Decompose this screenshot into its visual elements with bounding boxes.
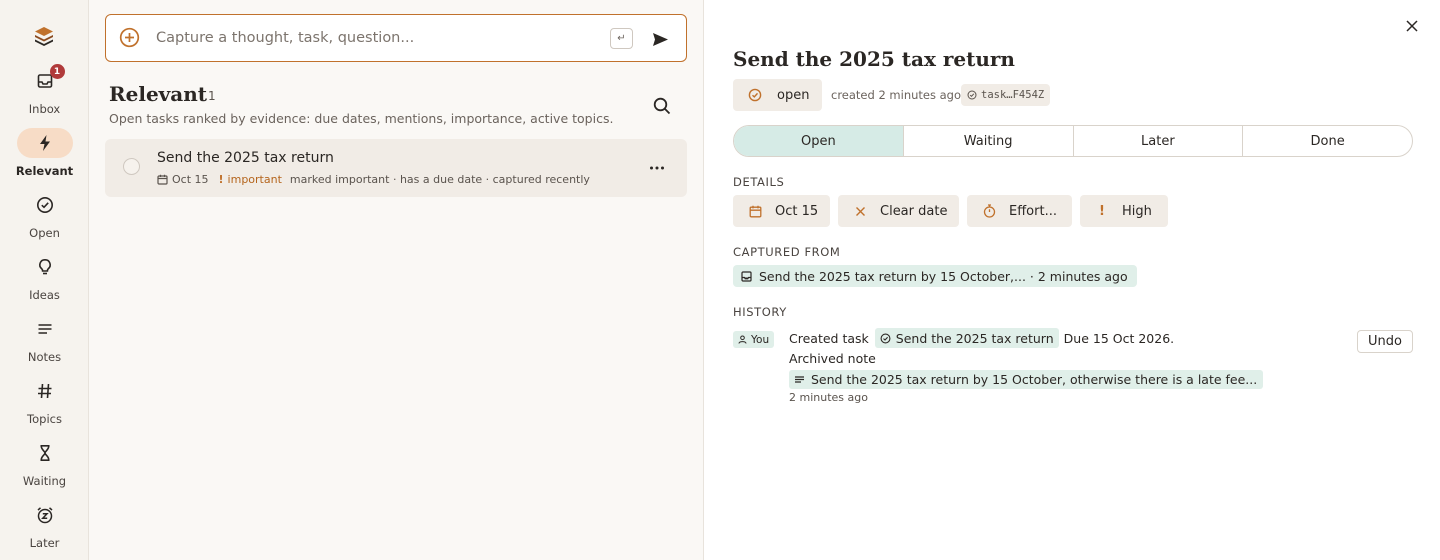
- lines-icon: [38, 324, 51, 334]
- x-icon: [855, 206, 865, 216]
- actor-badge: You: [733, 331, 775, 348]
- segment-waiting[interactable]: Waiting: [904, 126, 1074, 156]
- check-circle-icon: [880, 333, 891, 343]
- sidebar-item-open[interactable]: Open: [0, 190, 89, 248]
- undo-button[interactable]: Undo: [1357, 330, 1413, 353]
- sidebar-item-ideas[interactable]: Ideas: [0, 252, 89, 310]
- history-entry: Created task Send the 2025 tax return Du…: [789, 328, 1174, 348]
- calendar-icon: [749, 205, 761, 217]
- sidebar-item-notes[interactable]: Notes: [0, 314, 89, 372]
- task-row[interactable]: Send the 2025 tax return Oct 15 ! import…: [105, 139, 687, 197]
- segment-done[interactable]: Done: [1243, 126, 1412, 156]
- hash-icon: [37, 383, 51, 399]
- inbox-icon: [741, 270, 752, 282]
- sidebar-item-label: Relevant: [15, 164, 74, 178]
- task-reasons: marked important · has a due date · capt…: [289, 173, 590, 186]
- task-complete-checkbox[interactable]: [123, 158, 140, 175]
- check-circle-icon: [36, 197, 53, 213]
- lightning-icon: [39, 135, 50, 151]
- user-icon: [738, 335, 747, 344]
- priority-button[interactable]: ! High: [1080, 195, 1168, 227]
- lightbulb-icon: [38, 258, 51, 275]
- task-meta: Oct 15 ! important marked important · ha…: [157, 173, 590, 186]
- clear-date-button[interactable]: Clear date: [838, 195, 959, 227]
- exclamation-icon: !: [1099, 203, 1105, 219]
- calendar-icon: [157, 174, 168, 185]
- important-mark-icon: !: [218, 173, 224, 186]
- capture-bar: ↵: [105, 14, 687, 62]
- history-action: Archived note: [789, 351, 876, 366]
- history-section-label: HISTORY: [733, 305, 787, 319]
- sidebar-item-label: Ideas: [29, 288, 60, 302]
- send-icon: [652, 32, 668, 46]
- more-options-icon[interactable]: [648, 159, 666, 177]
- captured-section-label: CAPTURED FROM: [733, 245, 841, 259]
- alarm-clock-icon: [37, 507, 52, 524]
- page-title: Relevant: [109, 82, 208, 106]
- task-importance: important: [227, 173, 282, 186]
- captured-source-link[interactable]: Send the 2025 tax return by 15 October,.…: [733, 265, 1137, 287]
- history-timestamp: 2 minutes ago: [789, 391, 868, 404]
- segment-later[interactable]: Later: [1074, 126, 1244, 156]
- due-date-button[interactable]: Oct 15: [733, 195, 830, 227]
- status-badge[interactable]: open: [733, 79, 822, 111]
- status-segmented-control: Open Waiting Later Done: [733, 125, 1413, 157]
- sidebar: 1 Inbox Relevant Open Ideas Notes Topics: [0, 0, 89, 560]
- task-due-date: Oct 15: [172, 173, 209, 186]
- plus-circle-icon[interactable]: [119, 27, 140, 48]
- sidebar-item-waiting[interactable]: Waiting: [0, 438, 89, 496]
- inbox-count-badge: 1: [49, 64, 65, 79]
- created-timestamp: created 2 minutes ago: [831, 88, 962, 102]
- capture-input[interactable]: [156, 27, 596, 49]
- sidebar-item-later[interactable]: Later: [0, 500, 89, 558]
- sidebar-item-inbox[interactable]: 1 Inbox: [0, 64, 89, 124]
- task-detail-panel: Send the 2025 tax return open created 2 …: [703, 0, 1440, 560]
- send-button[interactable]: [649, 28, 671, 50]
- page-subtitle: Open tasks ranked by evidence: due dates…: [109, 111, 614, 126]
- task-id-badge[interactable]: task…F454Z: [961, 84, 1051, 106]
- stopwatch-icon: [983, 204, 995, 218]
- task-title: Send the 2025 tax return: [157, 150, 334, 166]
- sidebar-item-label: Open: [29, 226, 60, 240]
- sidebar-item-label: Topics: [27, 412, 62, 426]
- enter-key-hint: ↵: [610, 28, 633, 49]
- details-section-label: DETAILS: [733, 175, 785, 189]
- history-action: Created task: [789, 330, 869, 346]
- result-count: 1: [208, 89, 216, 103]
- sidebar-item-topics[interactable]: Topics: [0, 376, 89, 434]
- detail-title: Send the 2025 tax return: [733, 47, 1015, 71]
- sidebar-item-relevant[interactable]: Relevant: [0, 128, 89, 186]
- task-list-panel: ↵ Relevant 1 Open tasks ranked by eviden…: [90, 0, 703, 560]
- effort-button[interactable]: Effort...: [967, 195, 1072, 227]
- sidebar-item-label: Inbox: [28, 102, 61, 116]
- check-circle-icon: [967, 90, 977, 100]
- history-due-text: Due 15 Oct 2026.: [1063, 330, 1175, 346]
- sidebar-item-label: Notes: [27, 350, 62, 364]
- status-label: open: [777, 87, 810, 103]
- check-circle-icon: [748, 88, 762, 102]
- sidebar-item-label: Waiting: [22, 474, 67, 488]
- history-task-link[interactable]: Send the 2025 tax return: [874, 328, 1059, 348]
- sidebar-item-label: Later: [29, 536, 60, 550]
- segment-open[interactable]: Open: [734, 126, 904, 156]
- search-icon[interactable]: [652, 96, 672, 116]
- history-note-link[interactable]: Send the 2025 tax return by 15 October, …: [789, 370, 1264, 389]
- hourglass-icon: [39, 445, 50, 461]
- lines-icon: [795, 376, 804, 383]
- close-icon[interactable]: [1404, 18, 1420, 34]
- stack-logo-icon: [35, 27, 53, 46]
